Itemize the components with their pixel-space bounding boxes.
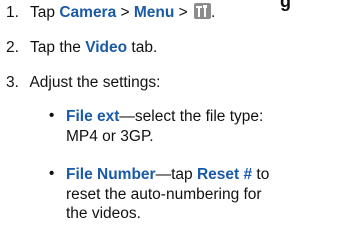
step-1: 1. Tap Camera > Menu > . [6, 3, 215, 22]
file-number-keyword: File Number [66, 166, 156, 183]
bullet-text: —select the file type: [119, 108, 264, 125]
tools-icon [194, 3, 212, 19]
step-text-suffix: . [211, 4, 216, 21]
separator: > [174, 4, 193, 21]
step-text-suffix: tab. [127, 39, 158, 56]
step-number: 1. [6, 4, 19, 21]
bullet-marker: • [49, 107, 55, 124]
file-ext-keyword: File ext [66, 108, 120, 125]
step-text: Adjust the settings: [29, 74, 161, 91]
step-number: 3. [6, 74, 19, 91]
heading-fragment: g [280, 0, 291, 11]
camera-keyword: Camera [59, 4, 117, 21]
menu-keyword: Menu [133, 4, 175, 21]
bullet-line: MP4 or 3GP. [66, 127, 154, 145]
bullet-text: to [252, 166, 270, 183]
bullet-file-ext: File ext—select the file type: MP4 or 3G… [66, 107, 263, 146]
step-text-prefix: Tap the [30, 39, 86, 56]
bullet-text: —tap [155, 166, 197, 183]
bullet-file-number: File Number—tap Reset # to reset the aut… [66, 165, 269, 224]
section-heading-partial: g [280, 0, 291, 12]
step-3: 3. Adjust the settings: [6, 73, 160, 92]
bullet-line: File Number—tap Reset # to [66, 165, 269, 185]
separator: > [116, 4, 134, 21]
video-keyword: Video [85, 39, 128, 56]
bullet-marker: • [49, 165, 55, 182]
step-text-prefix: Tap [30, 4, 60, 21]
step-number: 2. [6, 39, 19, 56]
bullet-line: the videos. [66, 205, 141, 222]
bullet-line: reset the auto-numbering for [66, 185, 262, 203]
reset-keyword: Reset # [196, 166, 253, 183]
step-2: 2. Tap the Video tab. [6, 38, 157, 57]
bullet-line: File ext—select the file type: [66, 107, 263, 127]
